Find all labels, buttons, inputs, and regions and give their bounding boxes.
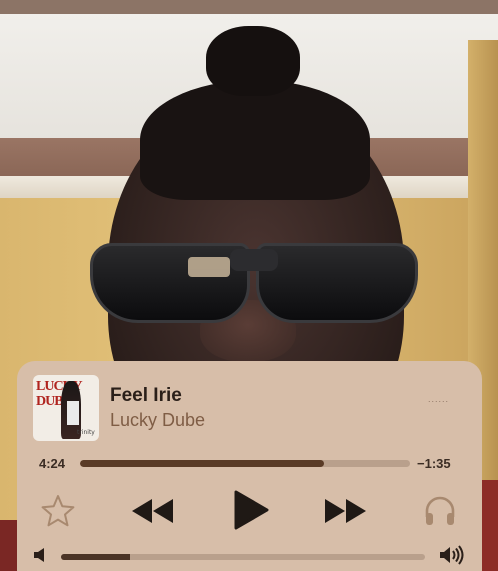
play-icon xyxy=(234,490,269,530)
previous-track-button[interactable] xyxy=(130,497,176,525)
album-art-text-line1: LUCKY xyxy=(36,379,83,394)
sunglasses xyxy=(90,243,418,327)
song-artist[interactable]: Lucky Dube xyxy=(110,410,205,431)
album-art-shirt xyxy=(67,401,79,425)
album-art-script: trinity xyxy=(77,429,95,436)
person-hair-bun xyxy=(206,26,300,96)
play-button[interactable] xyxy=(231,489,271,531)
album-art-text-line2: DUBE xyxy=(36,394,72,409)
next-track-button[interactable] xyxy=(322,497,368,525)
person-hair xyxy=(140,80,370,200)
audio-output-button[interactable] xyxy=(423,495,457,527)
speaker-high-icon xyxy=(440,545,464,565)
elapsed-time: 4:24 xyxy=(39,456,66,471)
volume-high-icon xyxy=(439,545,465,565)
volume-slider[interactable] xyxy=(61,554,425,560)
volume-low-icon xyxy=(33,547,47,563)
more-options-button[interactable]: ...... xyxy=(428,394,449,404)
sunglasses-reflection xyxy=(188,257,230,277)
remaining-time: −1:35 xyxy=(417,456,451,471)
speaker-low-icon xyxy=(34,548,44,562)
sunglasses-lens-right xyxy=(256,243,418,323)
album-art[interactable]: LUCKY DUBE trinity xyxy=(33,375,99,441)
rewind-icon xyxy=(132,499,173,523)
album-art-title: LUCKY DUBE xyxy=(36,379,83,409)
playback-progress-fill xyxy=(80,460,325,467)
volume-fill xyxy=(61,554,131,560)
sunglasses-bridge xyxy=(230,249,278,271)
headphones-icon xyxy=(425,496,455,525)
favorite-button[interactable] xyxy=(41,494,75,528)
fast-forward-icon xyxy=(325,499,366,523)
sunglasses-lens-left xyxy=(90,243,250,323)
star-icon xyxy=(41,495,75,527)
now-playing-card: LUCKY DUBE trinity Feel Irie Lucky Dube … xyxy=(17,361,482,571)
song-title[interactable]: Feel Irie xyxy=(110,385,182,407)
playback-scrubber[interactable] xyxy=(80,460,410,467)
